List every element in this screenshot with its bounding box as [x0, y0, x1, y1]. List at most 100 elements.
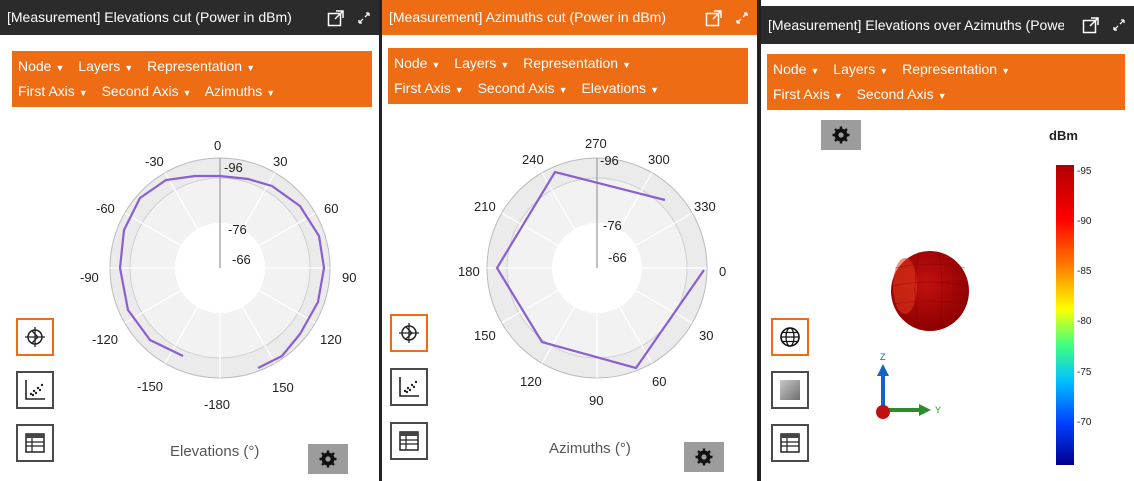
axes-triad: Z Y	[876, 352, 941, 419]
representation-dropdown[interactable]: Representation ▼	[147, 58, 255, 74]
first-axis-dropdown[interactable]: First Axis ▼	[18, 83, 88, 99]
polar-icon	[25, 327, 45, 347]
angle-label: 0	[214, 138, 221, 153]
angle-label: -60	[96, 201, 115, 216]
layers-dropdown[interactable]: Layers ▼	[78, 58, 133, 74]
colorbar-tick: -95	[1077, 166, 1092, 177]
3d-view-button[interactable]	[771, 318, 809, 356]
colorbar-tick: -70	[1077, 417, 1092, 428]
popout-icon[interactable]	[327, 9, 345, 27]
angle-label: 90	[342, 270, 356, 285]
node-dropdown[interactable]: Node ▼	[18, 58, 64, 74]
angle-label: 270	[585, 136, 607, 151]
colorbar-tick: -80	[1077, 316, 1092, 327]
angle-label: 30	[699, 328, 713, 343]
angle-label: -90	[80, 270, 99, 285]
settings-button[interactable]	[821, 120, 861, 150]
gear-icon	[695, 448, 713, 466]
angle-label: -30	[145, 154, 164, 169]
second-axis-dropdown[interactable]: Second Axis ▼	[102, 83, 192, 99]
radial-label: -66	[608, 250, 627, 265]
colorbar	[1056, 165, 1074, 465]
panel-title: [Measurement] Elevations cut (Power in d…	[7, 9, 292, 25]
panel-title-bar: [Measurement] Elevations cut (Power in d…	[0, 0, 379, 35]
angle-label: -120	[92, 332, 118, 347]
layers-dropdown[interactable]: Layers ▼	[833, 61, 888, 77]
first-axis-dropdown[interactable]: First Axis ▼	[394, 80, 464, 96]
colorbar-tick: -85	[1077, 266, 1092, 277]
polar-icon	[399, 323, 419, 343]
polar-plot: -96 -76 -66 270 300 330 0 30 60 90 120 1…	[458, 136, 726, 408]
representation-dropdown[interactable]: Representation ▼	[523, 55, 631, 71]
angle-label: 90	[589, 393, 603, 408]
gear-icon	[832, 126, 850, 144]
table-view-button[interactable]	[16, 424, 54, 462]
panel-toolbar: Node ▼ Layers ▼ Representation ▼ First Axis…	[767, 54, 1125, 110]
angle-label: 60	[652, 374, 666, 389]
colorbar-title: dBm	[1049, 128, 1078, 143]
panel-title-bar: [Measurement] Elevations over Azimuths (…	[761, 6, 1134, 44]
angle-label: 210	[474, 199, 496, 214]
second-axis-dropdown[interactable]: Second Axis ▼	[857, 86, 947, 102]
heatmap-view-button[interactable]	[771, 371, 809, 409]
angle-label: 0	[719, 264, 726, 279]
scatter-view-button[interactable]	[16, 371, 54, 409]
polar-view-button[interactable]	[16, 318, 54, 356]
node-dropdown[interactable]: Node ▼	[394, 55, 440, 71]
elevations-dropdown[interactable]: Elevations ▼	[581, 80, 659, 96]
radial-label: -66	[232, 252, 251, 267]
layers-dropdown[interactable]: Layers ▼	[454, 55, 509, 71]
angle-label: 150	[474, 328, 496, 343]
table-icon	[780, 433, 800, 453]
colorbar-tick: -90	[1077, 216, 1092, 227]
globe-icon	[780, 327, 800, 347]
azimuths-cut-panel: [Measurement] Azimuths cut (Power in dBm…	[382, 0, 757, 481]
settings-button[interactable]	[308, 444, 348, 474]
scatter-view-button[interactable]	[390, 368, 428, 406]
maximize-icon[interactable]	[1112, 18, 1126, 32]
maximize-icon[interactable]	[357, 11, 371, 25]
z-axis-label: Z	[880, 352, 886, 362]
settings-button[interactable]	[684, 442, 724, 472]
angle-label: 300	[648, 152, 670, 167]
node-dropdown[interactable]: Node ▼	[773, 61, 819, 77]
table-icon	[399, 431, 419, 451]
popout-icon[interactable]	[1082, 16, 1100, 34]
angle-label: 150	[272, 380, 294, 395]
elevations-cut-panel: [Measurement] Elevations cut (Power in d…	[0, 0, 379, 481]
scatter-chart-icon	[399, 377, 419, 397]
elevations-over-azimuths-panel: [Measurement] Elevations over Azimuths (…	[761, 0, 1134, 481]
table-icon	[25, 433, 45, 453]
gear-icon	[319, 450, 337, 468]
y-axis-label: Y	[935, 405, 941, 415]
angle-label: 120	[320, 332, 342, 347]
3d-radiation-sphere	[891, 251, 969, 331]
maximize-icon[interactable]	[735, 11, 749, 25]
angle-label: -180	[204, 397, 230, 412]
angle-label: 180	[458, 264, 480, 279]
angle-label: 240	[522, 152, 544, 167]
second-axis-dropdown[interactable]: Second Axis ▼	[478, 80, 568, 96]
representation-dropdown[interactable]: Representation ▼	[902, 61, 1010, 77]
scatter-chart-icon	[25, 380, 45, 400]
azimuths-dropdown[interactable]: Azimuths ▼	[205, 83, 276, 99]
popout-icon[interactable]	[705, 9, 723, 27]
table-view-button[interactable]	[771, 424, 809, 462]
table-view-button[interactable]	[390, 422, 428, 460]
radial-label: -96	[224, 160, 243, 175]
panel-title: [Measurement] Elevations over Azimuths (…	[768, 17, 1064, 33]
angle-label: 330	[694, 199, 716, 214]
panel-title: [Measurement] Azimuths cut (Power in dBm…	[389, 9, 666, 25]
radial-label: -76	[603, 218, 622, 233]
x-axis-title: Elevations (°)	[170, 443, 260, 460]
polar-plot: -96 -76 -66 0 30 60 90 120 150 -180 -150…	[80, 138, 356, 412]
polar-view-button[interactable]	[390, 314, 428, 352]
panel-toolbar: Node ▼ Layers ▼ Representation ▼ First Axis…	[388, 48, 748, 104]
first-axis-dropdown[interactable]: First Axis ▼	[773, 86, 843, 102]
angle-label: 120	[520, 374, 542, 389]
radial-label: -96	[600, 153, 619, 168]
radial-label: -76	[228, 222, 247, 237]
angle-label: 60	[324, 201, 338, 216]
panel-toolbar: Node ▼ Layers ▼ Representation ▼ First Axis…	[12, 51, 372, 107]
colorbar-tick: -75	[1077, 367, 1092, 378]
